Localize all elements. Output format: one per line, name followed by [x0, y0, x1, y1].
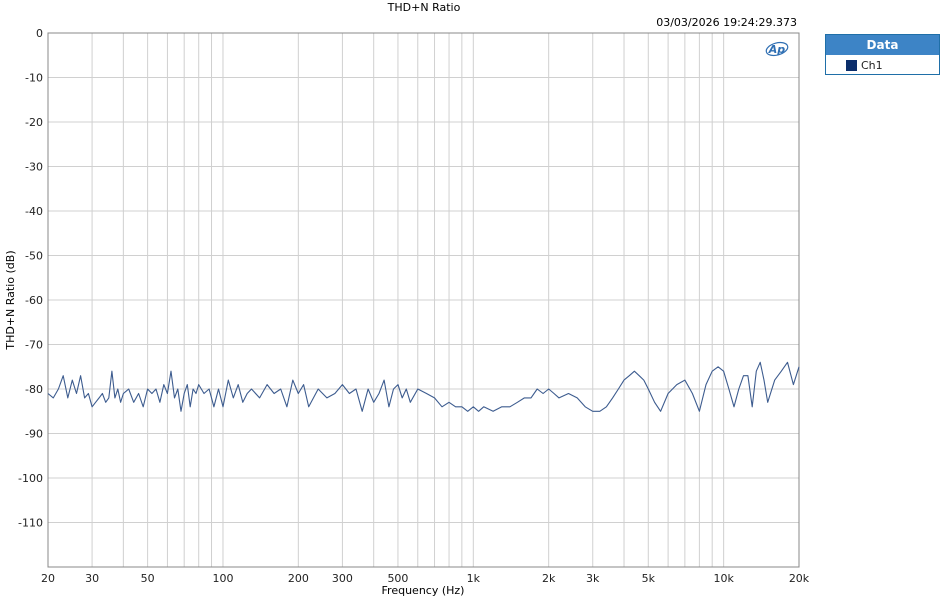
series-layer — [47, 361, 800, 412]
grid — [48, 33, 799, 567]
y-tick-label: -100 — [18, 472, 43, 485]
x-tick-label: 200 — [288, 572, 309, 585]
y-axis-label: THD+N Ratio (dB) — [4, 250, 17, 350]
y-tick-label: -50 — [25, 250, 43, 263]
y-tick-label: -90 — [25, 428, 43, 441]
x-tick-label: 3k — [586, 572, 600, 585]
timestamp: 03/03/2026 19:24:29.373 — [656, 16, 797, 29]
y-tick-label: -30 — [25, 161, 43, 174]
y-axis-ticks: 0 -10 -20 -30 -40 -50 -60 -70 -80 -90 -100 -110 — [18, 27, 43, 530]
x-tick-label: 100 — [212, 572, 233, 585]
series-line-ch1 — [47, 361, 800, 412]
legend-entry-ch1[interactable]: Ch1 — [826, 55, 939, 75]
y-tick-label: -10 — [25, 72, 43, 85]
legend-header: Data — [826, 35, 939, 55]
svg-text:Ap: Ap — [768, 43, 786, 56]
x-tick-label: 1k — [467, 572, 481, 585]
x-tick-label: 300 — [332, 572, 353, 585]
y-tick-label: -60 — [25, 294, 43, 307]
x-tick-label: 10k — [713, 572, 734, 585]
x-axis-label: Frequency (Hz) — [382, 584, 465, 597]
x-tick-label: 20k — [789, 572, 810, 585]
x-tick-label: 30 — [85, 572, 99, 585]
legend-entry-label: Ch1 — [861, 58, 883, 72]
y-tick-label: -80 — [25, 383, 43, 396]
y-tick-label: -70 — [25, 339, 43, 352]
y-tick-label: -20 — [25, 116, 43, 129]
x-tick-label: 2k — [542, 572, 556, 585]
x-tick-label: 50 — [141, 572, 155, 585]
x-tick-label: 20 — [41, 572, 55, 585]
y-tick-label: -110 — [18, 517, 43, 530]
x-tick-label: 5k — [642, 572, 656, 585]
legend-swatch — [846, 59, 857, 71]
chart-area: 0 -10 -20 -30 -40 -50 -60 -70 -80 -90 -100 -110 20 3… — [4, 1, 810, 597]
y-tick-label: -40 — [25, 205, 43, 218]
y-tick-label: 0 — [36, 27, 43, 40]
chart-title: THD+N Ratio — [387, 1, 461, 14]
ap-logo-icon: Ap — [765, 41, 789, 57]
legend: Data Ch1 — [825, 34, 940, 75]
